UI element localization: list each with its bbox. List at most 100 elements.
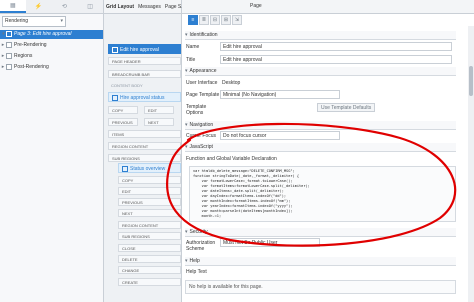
delete-slot[interactable]: DELETE — [118, 255, 181, 263]
edit-slot[interactable]: EDIT — [144, 106, 174, 114]
properties-scrollbar[interactable] — [468, 26, 474, 302]
page-icon — [6, 30, 12, 37]
chevron-down-icon: ▾ — [60, 18, 63, 24]
title-field[interactable]: Edit hire approval — [220, 55, 452, 64]
slot-label: REGION CONTENT — [112, 144, 149, 149]
copy-slot[interactable]: COPY — [118, 176, 181, 184]
slot-label: BREADCRUMB BAR — [112, 72, 150, 77]
items-slot[interactable]: ITEMS — [108, 130, 181, 138]
next-slot[interactable]: NEXT — [118, 209, 181, 217]
cursor-focus-label: Cursor Focus — [186, 133, 217, 139]
tab-messages[interactable]: Messages — [136, 4, 163, 10]
section-security[interactable]: ▾ Security — [185, 228, 456, 237]
slot-label: PAGE HEADER — [112, 59, 141, 64]
show-all-icon[interactable]: ≣ — [199, 15, 209, 25]
section-appearance[interactable]: ▾ Appearance — [185, 67, 456, 76]
section-identification[interactable]: ▾ Identification — [185, 31, 456, 40]
page-template-select[interactable]: Minimal (No Navigation) — [220, 90, 340, 99]
expand-all-icon[interactable]: ⊞ — [221, 15, 231, 25]
function-declaration-label: Function and Global Variable Declaration — [186, 156, 277, 162]
authorization-scheme-label: Authorization Scheme — [186, 240, 216, 252]
dynamic-actions-tab-icon[interactable]: ⚡ — [26, 0, 52, 13]
chevron-down-icon: ▾ — [185, 144, 188, 150]
section-label: Navigation — [189, 122, 214, 128]
tree-item-label: Pre-Rendering — [14, 42, 47, 48]
change-slot[interactable]: CHANGE — [118, 266, 181, 274]
section-label: Security — [189, 229, 208, 235]
processing-tab-icon[interactable]: ⟲ — [52, 0, 78, 13]
use-template-defaults-button[interactable]: Use Template Defaults — [317, 103, 376, 112]
view-select[interactable]: Rendering ▾ — [2, 16, 66, 27]
tree-item-regions[interactable]: ▸ Regions — [0, 52, 103, 61]
slot-label: SUB REGIONS — [112, 156, 140, 161]
section-help[interactable]: ▾ Help — [185, 257, 456, 266]
tree-item-pre-rendering[interactable]: ▸ Pre-Rendering — [0, 41, 103, 50]
slot-label: CLOSE — [122, 246, 136, 251]
folder-icon — [6, 52, 12, 59]
show-common-icon[interactable]: ≡ — [188, 15, 198, 25]
tab-grid-layout[interactable]: Grid Layout — [104, 4, 136, 10]
shared-components-tab-icon[interactable]: ◫ — [77, 0, 103, 13]
edit-slot[interactable]: EDIT — [118, 187, 181, 195]
slot-label: CHANGE — [122, 268, 140, 273]
user-interface-label: User Interface — [186, 80, 218, 86]
function-declaration-code-editor[interactable]: var htmldb_delete_message="DELETE_CONFIR… — [189, 166, 456, 222]
close-slot[interactable]: CLOSE — [118, 244, 181, 252]
property-toolbar: ≡ ≣ ⊟ ⊞ ⇲ — [185, 15, 473, 25]
chevron-down-icon: ▾ — [185, 68, 188, 74]
region-content-slot[interactable]: REGION CONTENT — [118, 221, 181, 229]
chevron-down-icon: ▾ — [185, 32, 188, 38]
region-status-overview[interactable]: Status overview — [118, 163, 181, 173]
slot-label: COPY — [112, 108, 124, 113]
section-navigation[interactable]: ▾ Navigation — [185, 121, 456, 130]
name-field[interactable]: Edit hire approval — [220, 42, 452, 51]
help-text-label: Help Text — [186, 269, 207, 275]
tree-item-label: Page 3: Edit hire approval — [14, 31, 72, 37]
sub-regions-slot[interactable]: SUB REGIONS — [108, 154, 181, 162]
create-slot[interactable]: CREATE — [118, 278, 181, 286]
go-to-group-icon[interactable]: ⇲ — [232, 15, 242, 25]
slot-label: REGION CONTENT — [122, 223, 159, 228]
region-content-slot[interactable]: REGION CONTENT — [108, 142, 181, 150]
slot-label: ITEMS — [112, 132, 125, 137]
help-text-field[interactable]: No help is available for this page. — [185, 280, 456, 294]
chevron-down-icon: ▾ — [185, 229, 188, 235]
page-header-slot[interactable]: PAGE HEADER — [108, 57, 181, 65]
property-editor-header: Page — [182, 0, 474, 14]
breadcrumb-bar-slot[interactable]: BREADCRUMB BAR — [108, 70, 181, 78]
section-label: Help — [189, 258, 200, 264]
grid-layout-panel: Grid Layout Messages Page S... Edit hire… — [104, 0, 185, 302]
section-label: Identification — [189, 32, 218, 38]
section-label: Appearance — [189, 68, 217, 74]
authorization-scheme-select[interactable]: Must Not Be Public User — [220, 238, 320, 247]
tree-item-post-rendering[interactable]: ▸ Post-Rendering — [0, 63, 103, 72]
left-panel-tabs: ▦ ⚡ ⟲ ◫ — [0, 0, 103, 14]
copy-slot[interactable]: COPY — [108, 106, 138, 114]
next-slot[interactable]: NEXT — [144, 118, 174, 126]
slot-label: CREATE — [122, 280, 138, 285]
slot-label: DELETE — [122, 257, 138, 262]
sub-regions-slot[interactable]: SUB REGIONS — [118, 232, 181, 240]
view-select-value: Rendering — [5, 18, 29, 24]
page-cell-label: Edit hire approval — [120, 47, 159, 53]
region-hire-approval-status[interactable]: Hire approval status — [108, 92, 181, 102]
region-icon — [112, 94, 118, 101]
section-javascript[interactable]: ▾ JavaScript — [185, 143, 456, 152]
tree-item-label: Regions — [14, 53, 33, 59]
slot-label: EDIT — [148, 108, 158, 113]
chevron-down-icon: ▾ — [185, 122, 188, 128]
title-label: Title — [186, 57, 196, 63]
property-editor-panel: Page ≡ ≣ ⊟ ⊞ ⇲ ▾ Identification Name Edit… — [182, 0, 474, 302]
collapse-all-icon[interactable]: ⊟ — [210, 15, 220, 25]
scrollbar-thumb[interactable] — [469, 66, 473, 96]
name-label: Name — [186, 44, 200, 50]
property-editor-title: Page — [250, 3, 262, 9]
page-cell[interactable]: Edit hire approval — [108, 44, 181, 54]
page-icon — [112, 46, 118, 53]
previous-slot[interactable]: PREVIOUS — [118, 198, 181, 206]
rendering-tab-icon[interactable]: ▦ — [0, 0, 26, 13]
cursor-focus-select[interactable]: Do not focus cursor — [220, 131, 340, 140]
tree-item-page[interactable]: ▾ Page 3: Edit hire approval — [0, 30, 103, 39]
previous-slot[interactable]: PREVIOUS — [108, 118, 138, 126]
template-options-label: Template Options — [186, 104, 207, 116]
